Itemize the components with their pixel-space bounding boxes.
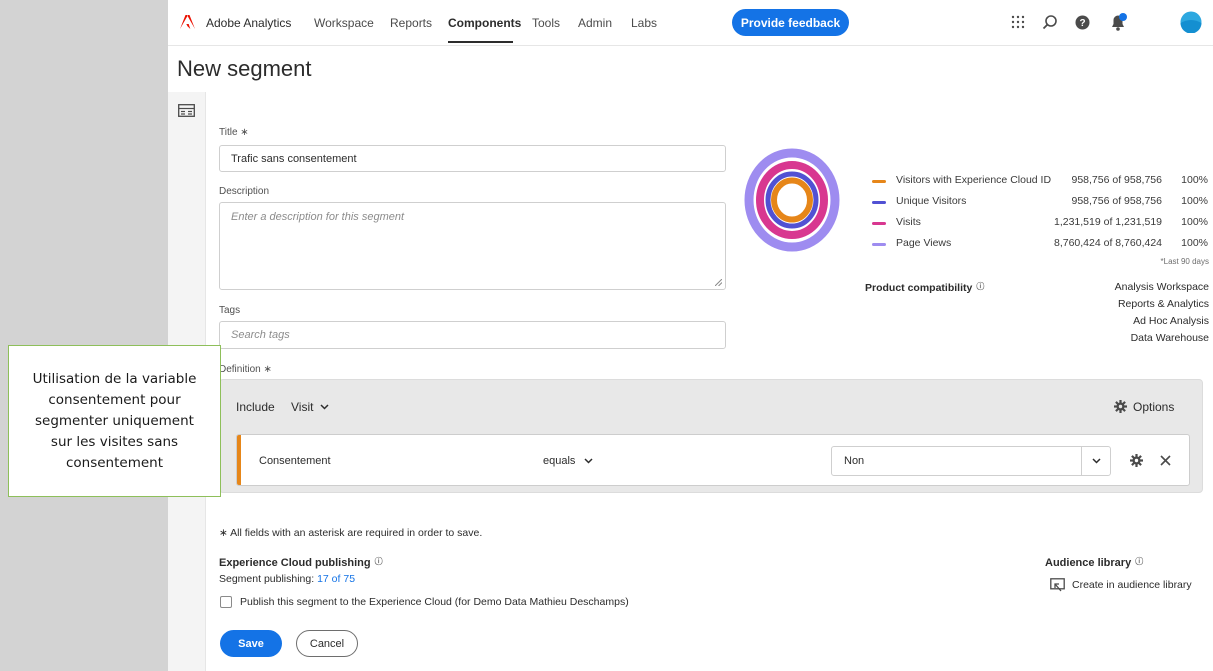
- segment-summary-donut: [744, 148, 840, 252]
- legend-name: Unique Visitors: [896, 195, 967, 207]
- legend-row: Unique Visitors 958,756 of 958,756 100%: [872, 193, 1210, 213]
- audience-label-text: Audience library: [1045, 557, 1132, 569]
- legend-value: 958,756 of 958,756: [1071, 195, 1162, 207]
- condition-value: Non: [844, 455, 865, 467]
- compat-product: Reports & Analytics: [1117, 298, 1209, 310]
- legend-row: Page Views 8,760,424 of 8,760,424 100%: [872, 235, 1210, 255]
- legend-value: 1,231,519 of 1,231,519: [1053, 216, 1162, 228]
- container-type-value: Visit: [291, 399, 314, 414]
- legend-percent: 100%: [1181, 174, 1208, 186]
- legend-name: Visits: [896, 216, 921, 228]
- title-label: Title ∗: [219, 127, 249, 138]
- compat-product: Analysis Workspace: [1114, 281, 1209, 293]
- save-button[interactable]: Save: [220, 630, 282, 657]
- publish-checkbox-label[interactable]: Publish this segment to the Experience C…: [240, 596, 629, 608]
- page-title: New segment: [177, 56, 312, 81]
- description-label: Description: [219, 186, 270, 197]
- chevron-down-icon: [584, 458, 594, 464]
- period-note: *Last 90 days: [1160, 257, 1209, 266]
- tags-input[interactable]: Search tags: [219, 321, 726, 349]
- adobe-logo-icon[interactable]: [180, 15, 195, 29]
- segment-publishing: Segment publishing: 17 of 75: [219, 573, 355, 585]
- gear-icon[interactable]: [1130, 454, 1143, 467]
- description-placeholder: Enter a description for this segment: [231, 211, 405, 223]
- legend-swatch: [872, 180, 886, 183]
- info-icon[interactable]: ⓘ: [375, 556, 383, 567]
- condition-dimension[interactable]: Consentement: [259, 455, 331, 467]
- svg-text:?: ?: [1079, 18, 1085, 29]
- segment-publishing-label: Segment publishing:: [219, 573, 315, 585]
- gear-icon: [1114, 400, 1127, 413]
- compat-product: Data Warehouse: [1130, 332, 1209, 344]
- nav-reports[interactable]: Reports: [390, 16, 432, 30]
- cancel-button[interactable]: Cancel: [296, 630, 358, 657]
- legend-name: Page Views: [896, 237, 952, 249]
- options-button[interactable]: Options: [1114, 400, 1174, 414]
- publish-checkbox[interactable]: [220, 596, 232, 608]
- annotation-callout: Utilisation de la variable consentement …: [8, 345, 221, 497]
- include-label: Include: [236, 400, 275, 414]
- info-icon[interactable]: ⓘ: [976, 281, 984, 292]
- definition-label: Definition ∗: [219, 364, 272, 375]
- legend-value: 8,760,424 of 8,760,424: [1053, 237, 1162, 249]
- layout-icon[interactable]: [178, 104, 195, 117]
- tags-label: Tags: [219, 305, 241, 316]
- compat-product: Ad Hoc Analysis: [1133, 315, 1209, 327]
- legend-percent: 100%: [1181, 195, 1208, 207]
- required-note: ∗ All fields with an asterisk are requir…: [219, 527, 483, 539]
- bell-icon[interactable]: [1108, 12, 1128, 32]
- nav-labs[interactable]: Labs: [631, 16, 657, 30]
- description-textarea[interactable]: Enter a description for this segment: [219, 202, 726, 290]
- nav-components[interactable]: Components: [448, 16, 521, 30]
- nav-workspace[interactable]: Workspace: [314, 16, 374, 30]
- audience-icon[interactable]: [1050, 578, 1065, 592]
- product-compatibility-label: Product compatibility ⓘ: [865, 281, 984, 294]
- provide-feedback-button[interactable]: Provide feedback: [732, 9, 849, 36]
- create-in-audience-library-link[interactable]: Create in audience library: [1072, 579, 1192, 591]
- grid-icon[interactable]: [1008, 12, 1028, 32]
- search-icon[interactable]: [1040, 12, 1060, 32]
- brand-name[interactable]: Adobe Analytics: [206, 16, 291, 30]
- info-icon[interactable]: ⓘ: [1135, 556, 1143, 567]
- nav-tools[interactable]: Tools: [532, 16, 560, 30]
- segment-publishing-count-link[interactable]: 17 of 75: [317, 573, 355, 585]
- container-type-select[interactable]: Visit: [281, 394, 341, 419]
- legend-value: 958,756 of 958,756: [1071, 174, 1162, 186]
- legend-row: Visitors with Experience Cloud ID 958,75…: [872, 172, 1210, 192]
- active-nav-indicator: [448, 41, 513, 43]
- legend-percent: 100%: [1181, 216, 1208, 228]
- left-gutter: [0, 0, 168, 671]
- chevron-down-icon: [320, 403, 329, 410]
- close-icon[interactable]: [1160, 455, 1171, 466]
- legend-row: Visits 1,231,519 of 1,231,519 100%: [872, 214, 1210, 234]
- top-nav: Adobe Analytics Workspace Reports Compon…: [168, 0, 1213, 46]
- title-input[interactable]: Trafic sans consentement: [219, 145, 726, 172]
- legend-percent: 100%: [1181, 237, 1208, 249]
- legend-swatch: [872, 201, 886, 204]
- ecp-label-text: Experience Cloud publishing: [219, 557, 371, 569]
- legend-swatch: [872, 243, 886, 246]
- help-icon[interactable]: ?: [1072, 12, 1092, 32]
- condition-value-input[interactable]: Non: [831, 446, 1111, 476]
- legend-name: Visitors with Experience Cloud ID: [896, 174, 1052, 186]
- condition-row: Consentement equals Non: [236, 434, 1190, 486]
- legend-swatch: [872, 222, 886, 225]
- operator-value: equals: [543, 455, 576, 467]
- operator-select[interactable]: equals: [543, 455, 594, 467]
- experience-cloud-publishing-label: Experience Cloud publishing ⓘ: [219, 556, 383, 569]
- nav-admin[interactable]: Admin: [578, 16, 612, 30]
- value-dropdown-button[interactable]: [1081, 446, 1111, 476]
- options-label: Options: [1133, 400, 1175, 414]
- resize-handle-icon[interactable]: [715, 279, 722, 286]
- compat-label-text: Product compatibility: [865, 282, 973, 294]
- chevron-down-icon: [1092, 458, 1101, 464]
- audience-library-label: Audience library ⓘ: [1045, 556, 1143, 569]
- drag-handle[interactable]: [237, 435, 241, 485]
- avatar-icon[interactable]: [1180, 11, 1202, 33]
